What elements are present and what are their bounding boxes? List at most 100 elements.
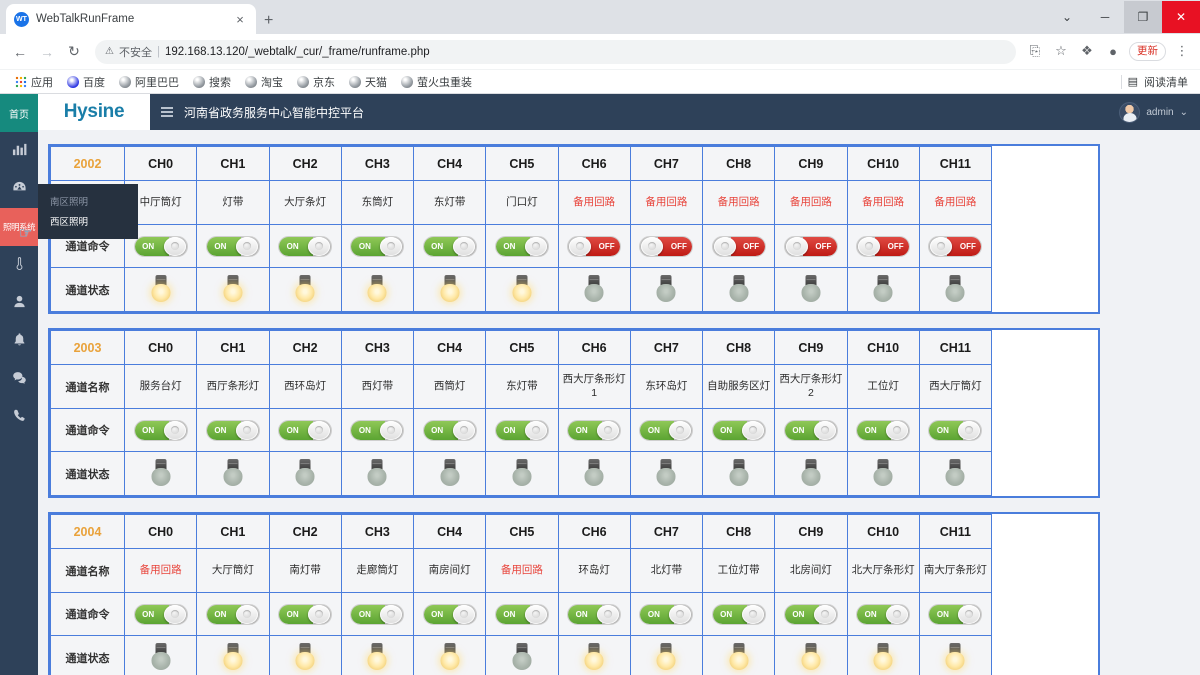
sidebar-item-home[interactable]: 首页 <box>0 94 38 132</box>
bookmark-apps[interactable]: 应用 <box>8 74 60 90</box>
channel-toggle-switch[interactable]: ON <box>928 419 983 441</box>
toggle-knob[interactable] <box>524 420 547 440</box>
toggle-knob[interactable] <box>886 420 909 440</box>
channel-toggle-switch[interactable]: ON <box>422 419 477 441</box>
browser-tab[interactable]: WT WebTalkRunFrame × <box>6 4 256 34</box>
close-tab-icon[interactable]: × <box>232 13 248 26</box>
channel-toggle-switch[interactable]: ON <box>639 419 694 441</box>
channel-toggle-switch[interactable]: ON <box>205 603 260 625</box>
toggle-knob[interactable] <box>380 420 403 440</box>
bookmark-tmall[interactable]: 天猫 <box>342 74 394 90</box>
toggle-knob[interactable] <box>641 236 664 256</box>
toggle-knob[interactable] <box>813 604 836 624</box>
header-user-area[interactable]: admin ⌄ <box>1119 101 1200 123</box>
channel-toggle-switch[interactable]: OFF <box>711 235 766 257</box>
channel-toggle-switch[interactable]: ON <box>422 235 477 257</box>
channel-toggle-switch[interactable]: ON <box>711 603 766 625</box>
toggle-knob[interactable] <box>597 604 620 624</box>
channel-toggle-switch[interactable]: ON <box>205 235 260 257</box>
channel-toggle-switch[interactable]: ON <box>350 235 405 257</box>
profile-icon[interactable]: ● <box>1103 44 1123 59</box>
channel-toggle-switch[interactable]: ON <box>856 419 911 441</box>
toggle-knob[interactable] <box>785 236 808 256</box>
channel-toggle-switch[interactable]: ON <box>133 603 188 625</box>
channel-toggle-switch[interactable]: ON <box>567 419 622 441</box>
channel-toggle-switch[interactable]: ON <box>133 235 188 257</box>
toggle-knob[interactable] <box>163 420 186 440</box>
channel-toggle-switch[interactable]: ON <box>350 603 405 625</box>
back-icon[interactable]: ← <box>8 40 32 64</box>
toggle-knob[interactable] <box>669 604 692 624</box>
restore-button[interactable]: ❐ <box>1124 1 1162 33</box>
bookmark-search[interactable]: 搜索 <box>186 74 238 90</box>
channel-toggle-switch[interactable]: ON <box>639 603 694 625</box>
sidebar-item-temperature[interactable] <box>0 246 38 284</box>
channel-toggle-switch[interactable]: OFF <box>639 235 694 257</box>
toggle-knob[interactable] <box>886 604 909 624</box>
forward-icon[interactable]: → <box>35 40 59 64</box>
browser-menu-icon[interactable]: ⋮ <box>1172 43 1192 59</box>
toggle-knob[interactable] <box>452 236 475 256</box>
channel-toggle-switch[interactable]: ON <box>928 603 983 625</box>
channel-toggle-switch[interactable]: ON <box>350 419 405 441</box>
toggle-knob[interactable] <box>235 604 258 624</box>
toggle-knob[interactable] <box>741 604 764 624</box>
channel-toggle-switch[interactable]: ON <box>278 419 333 441</box>
toggle-knob[interactable] <box>713 236 736 256</box>
bookmark-baidu[interactable]: 百度 <box>60 74 112 90</box>
channel-toggle-switch[interactable]: OFF <box>783 235 838 257</box>
bookmark-taobao[interactable]: 淘宝 <box>238 74 290 90</box>
reload-icon[interactable]: ↻ <box>62 40 86 64</box>
channel-toggle-switch[interactable]: ON <box>711 419 766 441</box>
channel-toggle-switch[interactable]: OFF <box>856 235 911 257</box>
sidebar-item-phone[interactable] <box>0 398 38 436</box>
channel-toggle-switch[interactable]: ON <box>422 603 477 625</box>
bookmark-firefly[interactable]: 萤火虫重装 <box>394 74 479 90</box>
sidebar-item-alerts[interactable] <box>0 322 38 360</box>
extensions-icon[interactable]: ❖ <box>1077 43 1097 59</box>
channel-toggle-switch[interactable]: OFF <box>928 235 983 257</box>
toggle-knob[interactable] <box>308 604 331 624</box>
channel-toggle-switch[interactable]: ON <box>567 603 622 625</box>
toggle-knob[interactable] <box>569 236 592 256</box>
bookmark-jd[interactable]: 京东 <box>290 74 342 90</box>
bookmark-star-icon[interactable]: ☆ <box>1051 43 1071 59</box>
channel-toggle-switch[interactable]: ON <box>278 235 333 257</box>
toggle-knob[interactable] <box>380 604 403 624</box>
channel-toggle-switch[interactable]: ON <box>278 603 333 625</box>
sidebar-item-lighting-system[interactable]: 照明系统 ☞ <box>0 208 38 246</box>
toggle-knob[interactable] <box>958 420 981 440</box>
toggle-knob[interactable] <box>452 604 475 624</box>
toggle-knob[interactable] <box>380 236 403 256</box>
reading-list-label[interactable]: 阅读清单 <box>1144 74 1188 90</box>
sidebar-item-dashboard[interactable] <box>0 170 38 208</box>
toggle-knob[interactable] <box>597 420 620 440</box>
channel-toggle-switch[interactable]: ON <box>783 419 838 441</box>
channel-toggle-switch[interactable]: ON <box>205 419 260 441</box>
channel-toggle-switch[interactable]: ON <box>494 235 549 257</box>
submenu-item-west-lighting[interactable]: 西区照明 <box>38 211 138 231</box>
new-tab-button[interactable]: + <box>264 13 273 29</box>
address-bar[interactable]: ⚠ 不安全 | 192.168.13.120/_webtalk/_cur/_fr… <box>95 39 1016 64</box>
toggle-knob[interactable] <box>235 236 258 256</box>
menu-toggle-icon[interactable] <box>150 107 184 117</box>
sidebar-item-messages[interactable] <box>0 360 38 398</box>
toggle-knob[interactable] <box>669 420 692 440</box>
channel-toggle-switch[interactable]: ON <box>133 419 188 441</box>
toggle-knob[interactable] <box>163 604 186 624</box>
toggle-knob[interactable] <box>163 236 186 256</box>
chevron-down-icon[interactable]: ⌄ <box>1048 1 1086 33</box>
channel-toggle-switch[interactable]: ON <box>494 603 549 625</box>
sidebar-item-user[interactable] <box>0 284 38 322</box>
submenu-item-south-lighting[interactable]: 南区照明 <box>38 191 138 211</box>
toggle-knob[interactable] <box>235 420 258 440</box>
channel-toggle-switch[interactable]: ON <box>783 603 838 625</box>
update-button[interactable]: 更新 <box>1129 41 1166 62</box>
toggle-knob[interactable] <box>524 604 547 624</box>
channel-toggle-switch[interactable]: ON <box>856 603 911 625</box>
close-window-button[interactable]: ✕ <box>1162 1 1200 33</box>
toggle-knob[interactable] <box>308 420 331 440</box>
toggle-knob[interactable] <box>452 420 475 440</box>
bookmark-alibaba[interactable]: 阿里巴巴 <box>112 74 186 90</box>
reading-list-icon[interactable]: ▤ <box>1128 75 1138 88</box>
